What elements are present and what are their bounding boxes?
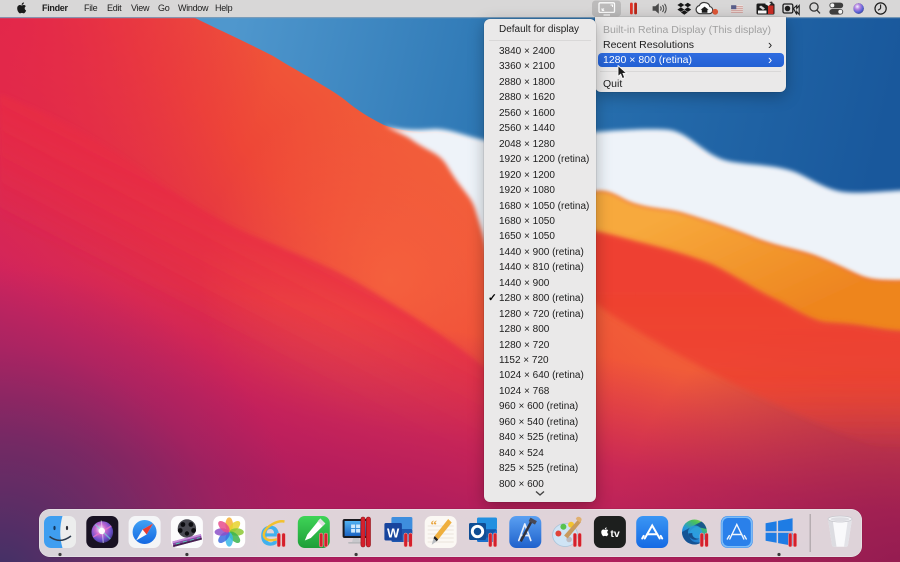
svg-text:“: “ (430, 517, 437, 532)
svg-text:tv: tv (610, 528, 619, 540)
svg-text:W: W (387, 526, 400, 541)
